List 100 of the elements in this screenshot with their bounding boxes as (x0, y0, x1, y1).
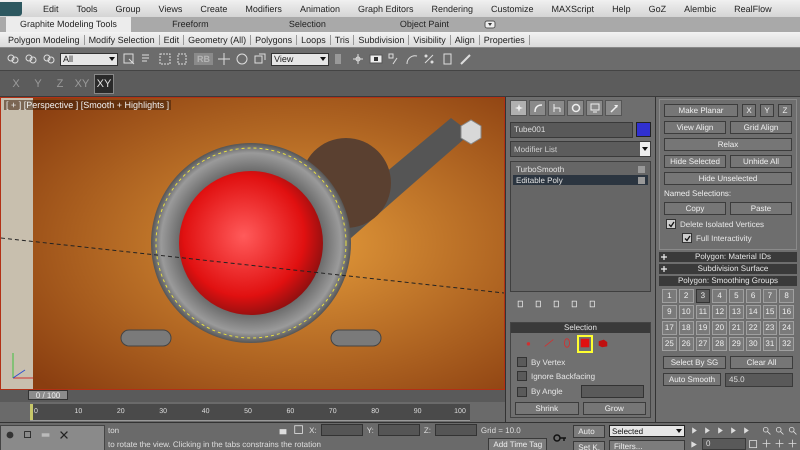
menu-item[interactable]: Create (191, 4, 236, 14)
rollout-header[interactable]: Polygon: Material IDs (659, 252, 797, 262)
plus-icon[interactable] (660, 265, 668, 273)
smoothing-group-button[interactable]: 1 (662, 289, 677, 303)
smoothing-group-button[interactable]: 12 (712, 305, 727, 319)
smoothing-group-button[interactable]: 20 (712, 321, 727, 335)
smoothing-group-button[interactable]: 16 (779, 305, 794, 319)
smoothing-group-button[interactable]: 25 (662, 337, 677, 351)
threshold-field[interactable]: 45.0 (725, 373, 793, 387)
checkbox[interactable] (517, 357, 527, 367)
selection-filter-dropdown[interactable]: All (60, 52, 118, 66)
coordinate-system-dropdown[interactable]: View (271, 52, 329, 66)
named-selection-button[interactable]: Paste (730, 202, 792, 215)
stack-item[interactable]: TurboSmooth (513, 164, 648, 174)
smoothing-group-button[interactable]: 9 (662, 305, 677, 319)
checkbox[interactable] (666, 219, 676, 229)
ribbon-panel[interactable]: Visibility (409, 34, 451, 44)
zoom-all-icon[interactable] (774, 425, 785, 436)
edit-geometry-button[interactable]: Unhide All (730, 155, 792, 168)
smoothing-button[interactable]: Select By SG (663, 356, 726, 369)
link-icon[interactable] (6, 52, 20, 66)
axis-constraint-button[interactable]: Z (50, 74, 70, 94)
smoothing-group-button[interactable]: 29 (729, 337, 744, 351)
key-filter-dropdown[interactable]: Selected (609, 425, 685, 437)
manipulate-icon[interactable] (351, 52, 365, 66)
menu-item[interactable]: RealFlow (725, 4, 781, 14)
menu-item[interactable]: Modifiers (236, 4, 291, 14)
smoothing-group-button[interactable]: 31 (762, 337, 778, 351)
edit-geometry-button[interactable]: Grid Align (730, 121, 792, 134)
ribbon-panel[interactable]: Modify Selection (84, 34, 160, 44)
ribbon-panel[interactable]: Polygons (251, 34, 298, 44)
y-coordinate-field[interactable] (378, 424, 420, 436)
select-icon[interactable] (122, 52, 136, 66)
smoothing-group-button[interactable]: 27 (696, 337, 710, 351)
smoothing-group-button[interactable]: 24 (779, 321, 794, 335)
smoothing-group-button[interactable]: 15 (762, 305, 778, 319)
modifier-list-dropdown[interactable]: Modifier List (510, 141, 651, 157)
smoothing-group-button[interactable]: 22 (746, 321, 760, 335)
ribbon-panel[interactable]: Loops (297, 34, 331, 44)
menu-item[interactable]: Group (106, 4, 150, 14)
selection-button[interactable]: Shrink (515, 402, 578, 415)
ribbon-panel[interactable]: Subdivision (354, 34, 410, 44)
frame-counter[interactable]: 0 / 100 (28, 390, 68, 400)
edit-geometry-button[interactable]: Make Planar (664, 104, 738, 117)
pan-icon[interactable] (774, 438, 785, 449)
panel-tab[interactable] (529, 100, 546, 116)
menu-item[interactable]: Animation (290, 4, 349, 14)
ribbon-tab[interactable]: Object Paint (366, 17, 482, 32)
smoothing-group-button[interactable]: 21 (729, 321, 744, 335)
set-key-button[interactable]: Set K. (573, 441, 605, 450)
auto-key-button[interactable]: Auto (573, 425, 605, 438)
edit-geometry-button[interactable]: Hide Unselected (664, 172, 792, 185)
axis-constraint-button[interactable]: Y (28, 74, 48, 94)
smoothing-group-button[interactable]: 3 (696, 289, 710, 303)
checkbox[interactable] (517, 371, 527, 381)
smoothing-group-button[interactable]: 28 (712, 337, 727, 351)
menu-item[interactable]: Views (150, 4, 192, 14)
checkbox[interactable] (517, 386, 527, 396)
add-time-tag-button[interactable]: Add Time Tag (488, 438, 548, 450)
rollout-header[interactable]: Polygon: Smoothing Groups (659, 276, 797, 286)
edit-geometry-button[interactable]: Y (760, 104, 774, 117)
current-frame-field[interactable]: 0 (702, 438, 746, 450)
axis-constraint-button[interactable]: XY (94, 74, 114, 94)
smoothing-group-button[interactable]: 18 (678, 321, 694, 335)
restore-icon[interactable] (22, 429, 34, 441)
zoom-extents-icon[interactable] (787, 425, 798, 436)
ribbon-panel[interactable]: Edit (160, 34, 184, 44)
edit-geometry-button[interactable]: X (742, 104, 756, 117)
smoothing-group-button[interactable]: 13 (729, 305, 744, 319)
app-logo-icon[interactable] (0, 2, 22, 16)
z-coordinate-field[interactable] (434, 424, 477, 436)
selection-button[interactable]: Grow (582, 402, 646, 415)
menu-item[interactable]: Edit (34, 4, 68, 14)
rotate-icon[interactable] (235, 52, 249, 66)
smoothing-group-button[interactable]: 19 (696, 321, 710, 335)
smoothing-group-button[interactable]: 2 (678, 289, 694, 303)
smoothing-group-button[interactable]: 32 (779, 337, 794, 351)
object-name-field[interactable]: Tube001 (510, 122, 633, 138)
viewport-label[interactable]: [ + ] [Perspective ] [Smooth + Highlights ] (4, 100, 172, 110)
smoothing-group-button[interactable]: 8 (779, 289, 794, 303)
panel-tab[interactable] (510, 100, 527, 116)
scale-icon[interactable] (253, 52, 267, 66)
panel-tab[interactable] (605, 100, 622, 116)
ribbon-tab[interactable]: Selection (250, 17, 365, 32)
panel-tab[interactable] (567, 100, 584, 116)
menu-item[interactable]: GoZ (640, 4, 676, 14)
plus-icon[interactable] (660, 253, 668, 261)
ribbon-panel[interactable]: Align (450, 34, 480, 44)
close-icon[interactable] (58, 429, 70, 441)
ribbon-panel[interactable]: Polygon Modeling (4, 34, 85, 44)
smoothing-group-button[interactable]: 11 (696, 305, 710, 319)
smoothing-group-button[interactable]: 17 (662, 321, 677, 335)
checkbox[interactable] (682, 233, 692, 243)
menu-item[interactable]: Alembic (675, 4, 726, 14)
filters-button[interactable]: Filters... (609, 440, 685, 450)
stack-item[interactable]: Editable Poly (513, 175, 648, 185)
ribbon-panel[interactable]: Geometry (All) (184, 34, 252, 44)
rollout-header[interactable]: Selection (511, 323, 650, 333)
menu-item[interactable]: Customize (482, 4, 543, 14)
menu-item[interactable]: Rendering (422, 4, 482, 14)
